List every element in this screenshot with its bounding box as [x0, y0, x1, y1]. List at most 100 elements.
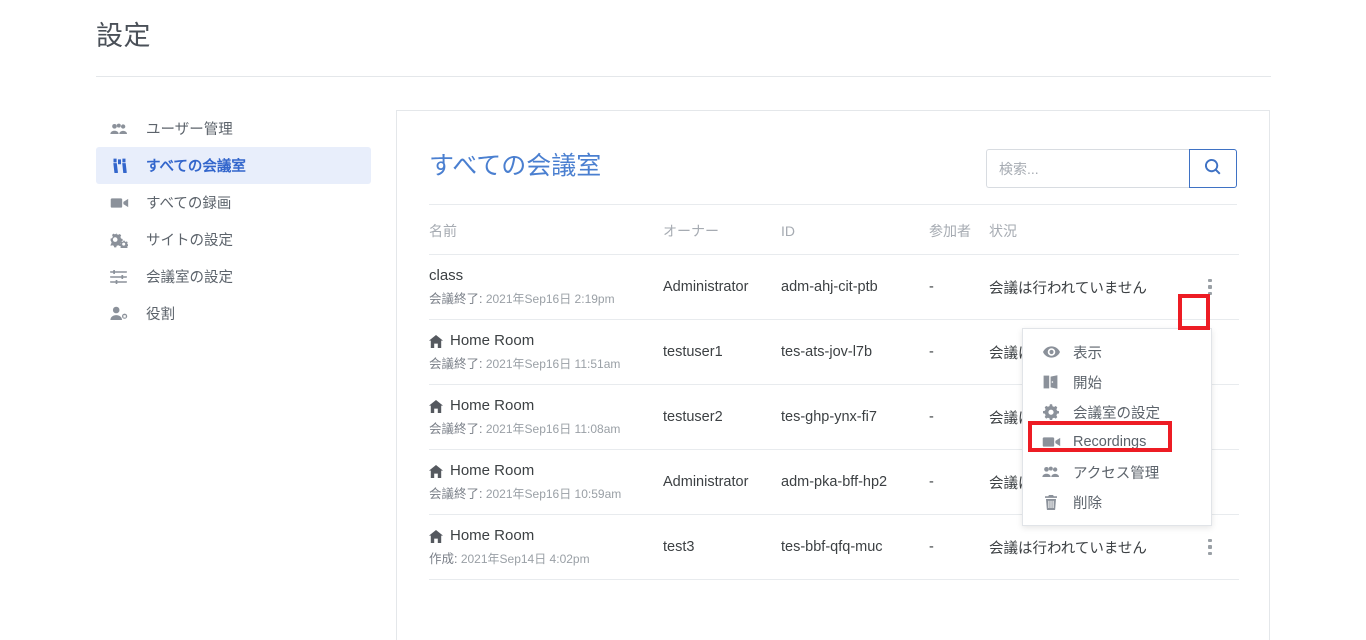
room-status: 会議は行われていません — [989, 254, 1185, 320]
gears-icon — [108, 231, 130, 249]
sidebar-item-all-rooms[interactable]: すべての会議室 — [96, 147, 371, 184]
room-name-cell: Home Room 作成: 2021年Sep14日 4:02pm — [429, 514, 663, 580]
menu-item-label: 開始 — [1073, 375, 1102, 392]
row-menu-button[interactable] — [1199, 274, 1221, 300]
page-header: 設定 — [96, 0, 1271, 77]
sidebar-item-all-recordings[interactable]: すべての録画 — [96, 184, 371, 221]
room-sub-value: 2021年Sep16日 11:51am — [485, 357, 621, 371]
door-open-icon — [1041, 375, 1061, 389]
search-button[interactable] — [1189, 149, 1237, 188]
menu-item-label: 会議室の設定 — [1073, 405, 1160, 422]
table-header-row: 名前 オーナー ID 参加者 状況 — [429, 205, 1239, 255]
room-subtitle: 作成: 2021年Sep14日 4:02pm — [429, 548, 663, 567]
room-owner: test3 — [663, 514, 781, 580]
home-icon — [429, 399, 443, 413]
sliders-icon — [108, 268, 130, 286]
room-name: Home Room — [429, 397, 663, 415]
sidebar-item-label: すべての録画 — [146, 196, 232, 212]
home-icon — [429, 464, 443, 478]
room-id: adm-pka-bff-hp2 — [781, 449, 929, 515]
room-id: tes-bbf-qfq-muc — [781, 514, 929, 580]
home-icon — [429, 529, 443, 543]
row-actions-cell — [1185, 254, 1239, 320]
search-bar — [986, 149, 1237, 188]
room-sub-label: 会議終了: — [429, 422, 483, 436]
search-icon — [1204, 158, 1221, 178]
room-subtitle: 会議終了: 2021年Sep16日 11:51am — [429, 353, 663, 372]
room-name-cell: Home Room 会議終了: 2021年Sep16日 11:51am — [429, 319, 663, 385]
sidebar-item-roles[interactable]: 役割 — [96, 295, 371, 332]
column-header-id[interactable]: ID — [781, 205, 929, 255]
column-header-actions — [1185, 205, 1239, 255]
room-participants: - — [929, 449, 989, 515]
panel-header: すべての会議室 — [429, 111, 1237, 205]
user-tag-icon — [108, 305, 130, 323]
room-subtitle: 会議終了: 2021年Sep16日 2:19pm — [429, 288, 663, 307]
room-sub-value: 2021年Sep16日 2:19pm — [485, 292, 615, 306]
menu-item-delete[interactable]: 削除 — [1023, 487, 1211, 517]
row-context-menu: 表示 開始 会議室の設定 Recordings アクセス管理 削除 — [1022, 328, 1212, 526]
room-id: tes-ghp-ynx-fi7 — [781, 384, 929, 450]
sidebar-item-label: すべての会議室 — [146, 159, 246, 175]
menu-item-label: Recordings — [1073, 434, 1147, 450]
room-sub-value: 2021年Sep14日 4:02pm — [460, 552, 590, 566]
sidebar-item-user-management[interactable]: ユーザー管理 — [96, 110, 371, 147]
menu-item-view[interactable]: 表示 — [1023, 337, 1211, 367]
video-camera-icon — [1041, 436, 1061, 448]
room-name-text: class — [429, 267, 464, 284]
room-subtitle: 会議終了: 2021年Sep16日 10:59am — [429, 483, 663, 502]
room-subtitle: 会議終了: 2021年Sep16日 11:08am — [429, 418, 663, 437]
menu-item-access-management[interactable]: アクセス管理 — [1023, 457, 1211, 487]
room-name: Home Room — [429, 462, 663, 480]
home-icon — [429, 334, 443, 348]
menu-item-label: 表示 — [1073, 345, 1102, 362]
room-name-text: Home Room — [450, 397, 535, 414]
trash-icon — [1041, 494, 1061, 510]
room-sub-label: 会議終了: — [429, 357, 483, 371]
eye-icon — [1041, 346, 1061, 358]
room-owner: Administrator — [663, 449, 781, 515]
sidebar-item-label: 会議室の設定 — [146, 270, 233, 286]
room-name-text: Home Room — [450, 527, 535, 544]
menu-item-room-settings[interactable]: 会議室の設定 — [1023, 397, 1211, 427]
room-name-text: Home Room — [450, 462, 535, 479]
gear-icon — [1041, 404, 1061, 420]
page-title: 設定 — [96, 21, 151, 51]
room-sub-label: 会議終了: — [429, 292, 483, 306]
users-icon — [1041, 465, 1061, 479]
sidebar-item-label: サイトの設定 — [146, 233, 233, 249]
column-header-participants[interactable]: 参加者 — [929, 205, 989, 255]
column-header-status[interactable]: 状況 — [989, 205, 1185, 255]
room-owner: testuser2 — [663, 384, 781, 450]
sidebar-item-label: 役割 — [146, 307, 175, 323]
search-input[interactable] — [986, 149, 1189, 188]
menu-item-label: アクセス管理 — [1073, 465, 1160, 482]
table-row: class 会議終了: 2021年Sep16日 2:19pm Administr… — [429, 254, 1239, 320]
sidebar: ユーザー管理 すべての会議室 すべての録画 サイトの設定 会議室の設定 役割 — [96, 110, 371, 332]
room-sub-value: 2021年Sep16日 10:59am — [485, 487, 622, 501]
binoculars-icon — [108, 157, 130, 175]
users-icon — [108, 120, 130, 138]
room-name-cell: class 会議終了: 2021年Sep16日 2:19pm — [429, 254, 663, 320]
room-sub-value: 2021年Sep16日 11:08am — [485, 422, 621, 436]
panel-title: すべての会議室 — [429, 152, 602, 180]
sidebar-item-room-settings[interactable]: 会議室の設定 — [96, 258, 371, 295]
room-name: Home Room — [429, 527, 663, 545]
column-header-owner[interactable]: オーナー — [663, 205, 781, 255]
room-sub-label: 会議終了: — [429, 487, 483, 501]
menu-item-start[interactable]: 開始 — [1023, 367, 1211, 397]
room-owner: testuser1 — [663, 319, 781, 385]
row-menu-button[interactable] — [1199, 534, 1221, 560]
video-camera-icon — [108, 194, 130, 212]
room-id: adm-ahj-cit-ptb — [781, 254, 929, 320]
room-id: tes-ats-jov-l7b — [781, 319, 929, 385]
menu-item-recordings[interactable]: Recordings — [1023, 427, 1211, 457]
room-name-text: Home Room — [450, 332, 535, 349]
room-name: Home Room — [429, 332, 663, 350]
room-owner: Administrator — [663, 254, 781, 320]
room-sub-label: 作成: — [429, 552, 458, 566]
column-header-name[interactable]: 名前 — [429, 205, 663, 255]
sidebar-item-site-settings[interactable]: サイトの設定 — [96, 221, 371, 258]
room-name-cell: Home Room 会議終了: 2021年Sep16日 11:08am — [429, 384, 663, 450]
room-participants: - — [929, 254, 989, 320]
